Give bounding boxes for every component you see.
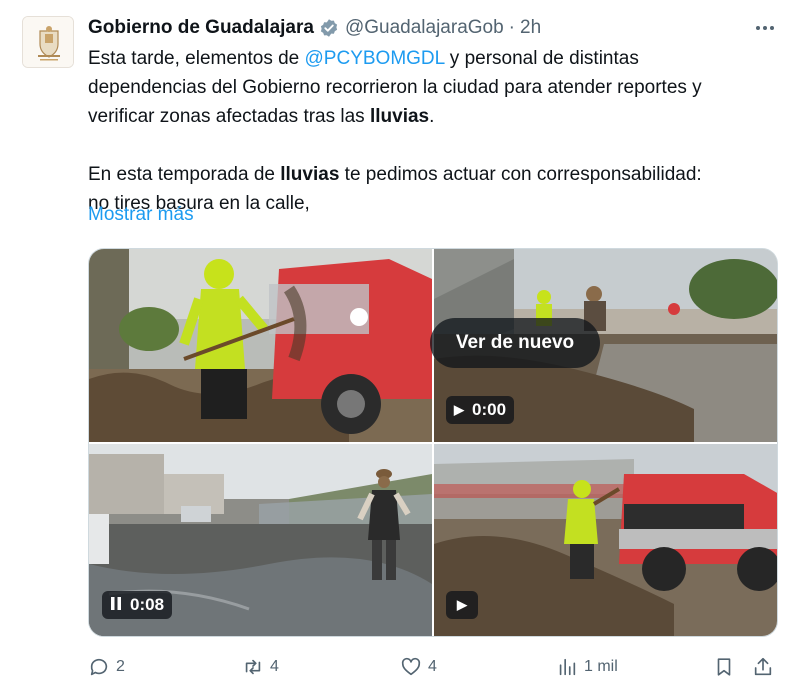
- tweet-text-line-5: En esta temporada de lluvias te pedimos …: [88, 160, 778, 189]
- video-timer-tile-2[interactable]: ▶ 0:00: [446, 396, 515, 424]
- pause-icon: [110, 597, 122, 613]
- text-segment: .: [429, 106, 435, 127]
- views-icon: [559, 658, 576, 676]
- repost-count: 4: [270, 658, 279, 675]
- tweet-text-line-3: verificar zonas afectadas tras las lluvi…: [88, 102, 778, 131]
- reply-count: 2: [116, 658, 125, 675]
- verified-badge-icon: [319, 18, 339, 38]
- repost-button[interactable]: 4: [242, 652, 279, 682]
- show-more-link[interactable]: Mostrar más: [88, 204, 194, 226]
- display-name[interactable]: Gobierno de Guadalajara: [88, 17, 314, 39]
- bookmark-icon: [717, 658, 731, 676]
- avatar[interactable]: [22, 16, 74, 68]
- text-bold: lluvias: [369, 106, 430, 127]
- views-button[interactable]: 1 mil: [556, 652, 618, 682]
- reply-icon: [90, 658, 108, 676]
- media-tile-1[interactable]: [89, 249, 432, 442]
- video-thumbnail-shoveling: [89, 249, 432, 442]
- repost-icon: [245, 659, 261, 675]
- play-icon: ▶: [454, 402, 464, 417]
- timestamp[interactable]: 2h: [520, 17, 541, 39]
- video-thumbnail-truck-loading: [434, 444, 777, 636]
- tweet-card[interactable]: Gobierno de Guadalajara @GuadalajaraGob …: [0, 0, 800, 695]
- text-bold: lluvias: [280, 164, 340, 185]
- like-count: 4: [428, 658, 437, 675]
- page-frame: Gobierno de Guadalajara @GuadalajaraGob …: [0, 0, 800, 695]
- like-button[interactable]: 4: [400, 652, 437, 682]
- text-segment: y personal de distintas: [444, 48, 639, 69]
- tweet-header: Gobierno de Guadalajara @GuadalajaraGob …: [88, 14, 541, 42]
- text-segment: En esta temporada de: [88, 164, 281, 185]
- views-count: 1 mil: [584, 658, 618, 675]
- video-time: 0:00: [472, 400, 507, 419]
- mention-link[interactable]: @PCYBOMGDL: [305, 48, 445, 69]
- tweet-text-line-1: Esta tarde, elementos de @PCYBOMGDL y pe…: [88, 44, 778, 73]
- share-icon: [754, 657, 772, 676]
- more-options-icon[interactable]: [748, 14, 782, 42]
- media-tile-4[interactable]: [434, 444, 777, 636]
- video-timer-tile-3[interactable]: 0:08: [102, 591, 173, 619]
- handle[interactable]: @GuadalajaraGob: [345, 17, 504, 39]
- video-time: 0:08: [130, 595, 165, 614]
- heart-icon: [401, 657, 421, 676]
- action-bar: 2 4 4 1 mil: [88, 652, 778, 682]
- tweet-text: Esta tarde, elementos de @PCYBOMGDL y pe…: [88, 44, 778, 218]
- replay-button[interactable]: Ver de nuevo: [430, 318, 600, 368]
- separator-dot: ·: [508, 17, 515, 38]
- bookmark-button[interactable]: [713, 652, 741, 682]
- text-segment: verificar zonas afectadas tras las: [88, 106, 370, 127]
- share-button[interactable]: [752, 652, 780, 682]
- reply-button[interactable]: 2: [88, 652, 125, 682]
- media-grid: [88, 248, 778, 637]
- text-segment: Esta tarde, elementos de: [88, 48, 305, 69]
- play-button-tile-4[interactable]: ▶: [446, 591, 478, 619]
- city-seal-icon: [23, 17, 73, 67]
- tweet-text-line-2: dependencias del Gobierno recorrieron la…: [88, 77, 702, 98]
- text-segment: te pedimos actuar con corresponsabilidad…: [339, 164, 702, 185]
- play-icon: ▶: [457, 597, 467, 612]
